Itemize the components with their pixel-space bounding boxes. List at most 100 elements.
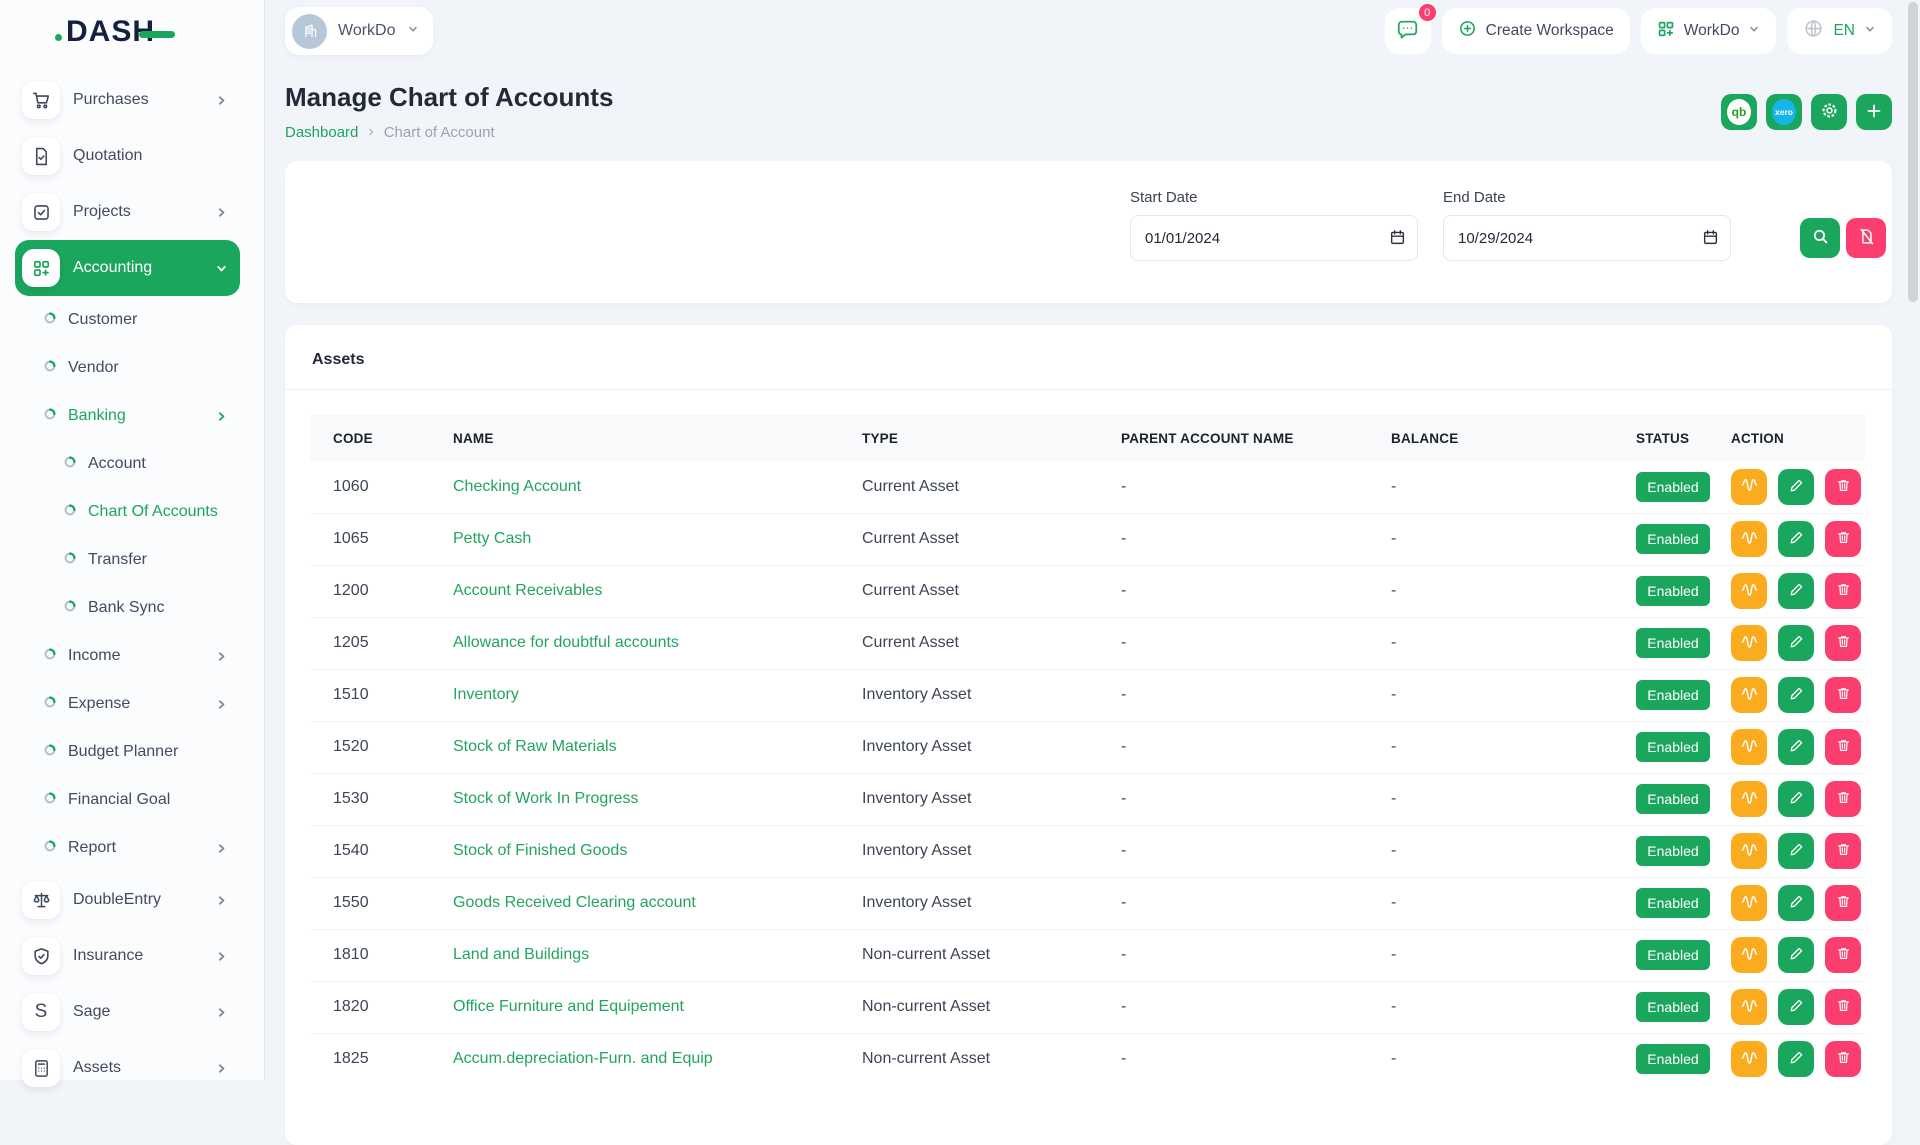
delete-button[interactable]: [1825, 573, 1861, 609]
quickbooks-button[interactable]: qb: [1721, 94, 1757, 130]
edit-button[interactable]: [1778, 677, 1814, 713]
sidebar-item-doubleentry[interactable]: DoubleEntry: [15, 872, 240, 928]
balance-cell: -: [1390, 669, 1635, 721]
start-date-input[interactable]: [1130, 215, 1418, 261]
sidebar-item-account[interactable]: Account: [15, 440, 240, 488]
sidebar-item-label: Insurance: [73, 947, 143, 965]
sidebar-item-financial-goal[interactable]: Financial Goal: [15, 776, 240, 824]
activity-button[interactable]: [1731, 937, 1767, 973]
account-name-link[interactable]: Petty Cash: [453, 530, 531, 547]
delete-button[interactable]: [1825, 677, 1861, 713]
sidebar-item-customer[interactable]: Customer: [15, 296, 240, 344]
language-selector[interactable]: EN: [1787, 8, 1892, 54]
edit-button[interactable]: [1778, 469, 1814, 505]
create-workspace-button[interactable]: Create Workspace: [1442, 8, 1630, 54]
delete-button[interactable]: [1825, 989, 1861, 1025]
account-name-link[interactable]: Land and Buildings: [453, 946, 589, 963]
add-button[interactable]: [1856, 94, 1892, 130]
end-date-input[interactable]: [1443, 215, 1731, 261]
table-header-row: CODE NAME TYPE PARENT ACCOUNT NAME BALAN…: [310, 415, 1865, 461]
edit-button[interactable]: [1778, 781, 1814, 817]
sidebar-item-insurance[interactable]: Insurance: [15, 928, 240, 984]
sidebar-item-chart-of-accounts[interactable]: Chart Of Accounts: [15, 488, 240, 536]
account-name-link[interactable]: Stock of Work In Progress: [453, 790, 639, 807]
messages-button[interactable]: 0: [1385, 8, 1431, 54]
window-scrollbar[interactable]: [1906, 0, 1920, 1080]
delete-button[interactable]: [1825, 937, 1861, 973]
delete-button[interactable]: [1825, 469, 1861, 505]
sidebar-item-sage[interactable]: S Sage: [15, 984, 240, 1040]
delete-button[interactable]: [1825, 521, 1861, 557]
account-name-link[interactable]: Account Receivables: [453, 582, 602, 599]
account-name-link[interactable]: Goods Received Clearing account: [453, 894, 696, 911]
breadcrumb-dashboard-link[interactable]: Dashboard: [285, 124, 358, 141]
edit-button[interactable]: [1778, 885, 1814, 921]
sidebar-item-vendor[interactable]: Vendor: [15, 344, 240, 392]
delete-button[interactable]: [1825, 729, 1861, 765]
account-name-link[interactable]: Accum.depreciation-Furn. and Equip: [453, 1050, 713, 1067]
account-name-link[interactable]: Inventory: [453, 686, 519, 703]
workspace-menu[interactable]: WorkDo: [1641, 8, 1777, 54]
delete-button[interactable]: [1825, 625, 1861, 661]
balance-cell: -: [1390, 565, 1635, 617]
activity-button[interactable]: [1731, 781, 1767, 817]
apply-filter-button[interactable]: [1800, 218, 1840, 258]
account-name-link[interactable]: Stock of Raw Materials: [453, 738, 617, 755]
sidebar-item-label: Expense: [68, 695, 130, 713]
activity-button[interactable]: [1731, 833, 1767, 869]
sidebar-item-income[interactable]: Income: [15, 632, 240, 680]
sidebar-item-expense[interactable]: Expense: [15, 680, 240, 728]
sidebar-item-report[interactable]: Report: [15, 824, 240, 872]
delete-button[interactable]: [1825, 833, 1861, 869]
activity-button[interactable]: [1731, 469, 1767, 505]
sidebar-item-purchases[interactable]: Purchases: [15, 72, 240, 128]
activity-button[interactable]: [1731, 677, 1767, 713]
workspace-selector[interactable]: WorkDo: [285, 7, 433, 55]
parent-cell: -: [1120, 513, 1390, 565]
activity-button[interactable]: [1731, 885, 1767, 921]
edit-button[interactable]: [1778, 989, 1814, 1025]
account-name-link[interactable]: Allowance for doubtful accounts: [453, 634, 679, 651]
activity-button[interactable]: [1731, 989, 1767, 1025]
delete-button[interactable]: [1825, 781, 1861, 817]
sidebar-item-transfer[interactable]: Transfer: [15, 536, 240, 584]
activity-button[interactable]: [1731, 625, 1767, 661]
parent-cell: -: [1120, 877, 1390, 929]
type-cell: Non-current Asset: [861, 981, 1120, 1033]
activity-button[interactable]: [1731, 729, 1767, 765]
app-logo: DASH: [0, 0, 264, 64]
xero-button[interactable]: xero: [1766, 94, 1802, 130]
edit-button[interactable]: [1778, 521, 1814, 557]
account-name-link[interactable]: Stock of Finished Goods: [453, 842, 627, 859]
edit-button[interactable]: [1778, 833, 1814, 869]
chevron-right-icon: [215, 650, 228, 663]
start-date-label: Start Date: [1130, 189, 1418, 206]
account-name-link[interactable]: Office Furniture and Equipement: [453, 998, 684, 1015]
table-row: 1520 Stock of Raw Materials Inventory As…: [310, 721, 1865, 773]
sidebar-item-banking[interactable]: Banking: [15, 392, 240, 440]
sidebar-item-quotation[interactable]: Quotation: [15, 128, 240, 184]
activity-button[interactable]: [1731, 521, 1767, 557]
edit-button[interactable]: [1778, 729, 1814, 765]
sidebar-item-accounting[interactable]: Accounting: [15, 240, 240, 296]
activity-wave-icon: [1741, 687, 1758, 704]
sidebar-item-projects[interactable]: Projects: [15, 184, 240, 240]
scrollbar-thumb[interactable]: [1908, 2, 1918, 302]
sidebar-item-bank-sync[interactable]: Bank Sync: [15, 584, 240, 632]
edit-button[interactable]: [1778, 625, 1814, 661]
activity-button[interactable]: [1731, 573, 1767, 609]
topbar-actions: 0 Create Workspace WorkDo EN: [1385, 8, 1892, 54]
settings-button[interactable]: [1811, 94, 1847, 130]
activity-button[interactable]: [1731, 1041, 1767, 1077]
account-name-link[interactable]: Checking Account: [453, 478, 581, 495]
sidebar-item-budget-planner[interactable]: Budget Planner: [15, 728, 240, 776]
sidebar-item-label: Income: [68, 647, 120, 665]
delete-button[interactable]: [1825, 1041, 1861, 1077]
edit-button[interactable]: [1778, 573, 1814, 609]
table-row: 1510 Inventory Inventory Asset - - Enabl…: [310, 669, 1865, 721]
edit-button[interactable]: [1778, 1041, 1814, 1077]
delete-button[interactable]: [1825, 885, 1861, 921]
clear-filter-button[interactable]: [1846, 218, 1886, 258]
edit-button[interactable]: [1778, 937, 1814, 973]
scales-icon: [22, 881, 60, 919]
